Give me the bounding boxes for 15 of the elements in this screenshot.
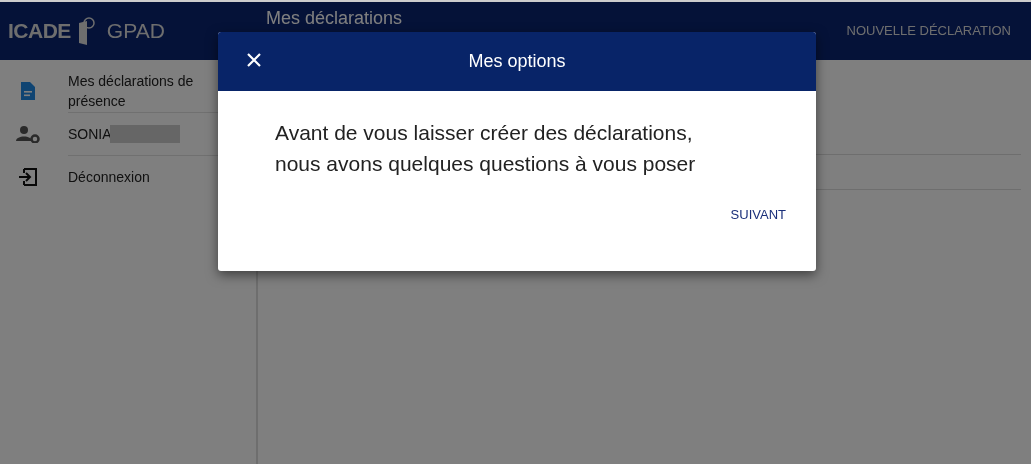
close-icon[interactable] bbox=[247, 53, 261, 67]
document-icon bbox=[20, 81, 36, 101]
sidebar-item[interactable]: Mes déclarations de présence bbox=[68, 71, 208, 111]
sidebar-item[interactable]: SONIA bbox=[68, 124, 112, 144]
user-gear-icon bbox=[16, 125, 40, 143]
brand-logo-text: ICADE bbox=[8, 19, 71, 43]
exit-icon bbox=[18, 168, 38, 186]
dialog-title: Mes options bbox=[468, 51, 566, 72]
app-name: GPAD bbox=[106, 19, 165, 43]
new-declaration-link[interactable]: NOUVELLE DÉCLARATION bbox=[846, 22, 1011, 38]
logo-icon bbox=[76, 15, 95, 47]
sidebar-item[interactable]: Déconnexion bbox=[68, 167, 150, 187]
page-title: Mes déclarations bbox=[266, 8, 403, 28]
dialog-message: Avant de vous laisser créer des déclarations, nous avons quelques questions à vous poser bbox=[275, 120, 697, 177]
next-button[interactable]: SUIVANT bbox=[724, 203, 792, 226]
